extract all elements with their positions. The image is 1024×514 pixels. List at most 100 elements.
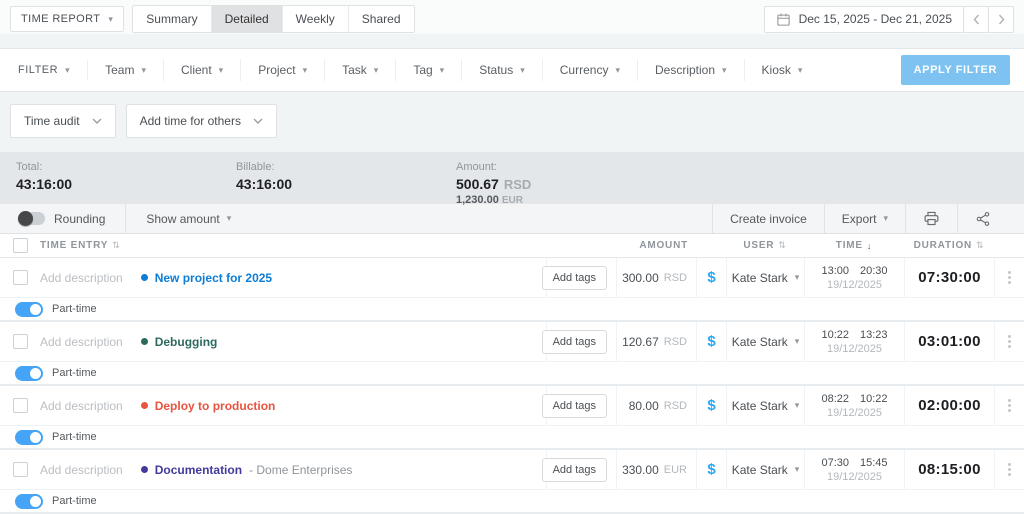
filter-description[interactable]: Description▾ bbox=[638, 59, 745, 81]
filter-task[interactable]: Task▾ bbox=[325, 59, 396, 81]
user-dropdown[interactable]: Kate Stark ▾ bbox=[726, 450, 804, 489]
user-dropdown[interactable]: Kate Stark ▾ bbox=[726, 322, 804, 361]
summary-total: Total: 43:16:00 bbox=[16, 161, 236, 204]
project-selector[interactable]: Deploy to production bbox=[141, 399, 276, 413]
end-time: 20:30 bbox=[860, 265, 888, 277]
filter-team[interactable]: Team▾ bbox=[88, 59, 164, 81]
tab-detailed[interactable]: Detailed bbox=[211, 6, 282, 32]
create-invoice-button[interactable]: Create invoice bbox=[712, 204, 824, 234]
rounding-toggle[interactable] bbox=[18, 212, 45, 225]
project-selector[interactable]: Documentation - Dome Enterprises bbox=[141, 463, 353, 477]
project-name: Debugging bbox=[155, 335, 218, 349]
amount-cell: 330.00 EUR bbox=[616, 450, 696, 489]
header-time[interactable]: TIME↓ bbox=[804, 240, 904, 251]
header-user[interactable]: USER⇅ bbox=[726, 240, 804, 251]
user-name: Kate Stark bbox=[732, 271, 788, 285]
next-week-button[interactable] bbox=[988, 6, 1014, 33]
row-checkbox[interactable] bbox=[13, 334, 28, 349]
row-checkbox[interactable] bbox=[13, 398, 28, 413]
parttime-toggle[interactable] bbox=[15, 494, 43, 509]
time-range-cell[interactable]: 13:00 20:30 19/12/2025 bbox=[804, 258, 904, 297]
parttime-toggle[interactable] bbox=[15, 366, 43, 381]
user-dropdown[interactable]: Kate Stark ▾ bbox=[726, 386, 804, 425]
parttime-toggle[interactable] bbox=[15, 302, 43, 317]
caret-down-icon: ▾ bbox=[795, 401, 800, 410]
project-selector[interactable]: New project for 2025 bbox=[141, 271, 272, 285]
parttime-toggle[interactable] bbox=[15, 430, 43, 445]
report-type-dropdown[interactable]: TIME REPORT ▾ bbox=[10, 6, 124, 32]
billable-label: Billable: bbox=[236, 161, 456, 173]
start-time: 10:22 bbox=[821, 329, 849, 341]
top-bar: TIME REPORT ▾ Summary Detailed Weekly Sh… bbox=[0, 0, 1024, 34]
time-range-cell[interactable]: 08:22 10:22 19/12/2025 bbox=[804, 386, 904, 425]
add-tags-button[interactable]: Add tags bbox=[542, 394, 607, 418]
tab-summary[interactable]: Summary bbox=[133, 6, 210, 32]
entry-date: 19/12/2025 bbox=[827, 471, 882, 483]
table-toolbar: Rounding Show amount ▾ Create invoice Ex… bbox=[0, 204, 1024, 234]
row-menu-button[interactable] bbox=[994, 322, 1024, 361]
time-entries-table: TIME ENTRY⇅ AMOUNT USER⇅ TIME↓ DURATION⇅… bbox=[0, 234, 1024, 514]
add-description-field[interactable]: Add description bbox=[40, 399, 123, 413]
time-audit-dropdown[interactable]: Time audit bbox=[10, 104, 116, 138]
summary-bar: Total: 43:16:00 Billable: 43:16:00 Amoun… bbox=[0, 152, 1024, 204]
time-range-cell[interactable]: 07:30 15:45 19/12/2025 bbox=[804, 450, 904, 489]
row-menu-button[interactable] bbox=[994, 258, 1024, 297]
add-description-field[interactable]: Add description bbox=[40, 271, 123, 285]
project-color-dot bbox=[141, 402, 148, 409]
header-amount[interactable]: AMOUNT bbox=[616, 240, 696, 251]
apply-filter-button[interactable]: APPLY FILTER bbox=[901, 55, 1010, 85]
sort-icon: ⇅ bbox=[976, 240, 984, 251]
project-selector[interactable]: Debugging bbox=[141, 335, 218, 349]
caret-down-icon: ▾ bbox=[795, 465, 800, 474]
billable-icon[interactable]: $ bbox=[707, 461, 715, 478]
row-checkbox[interactable] bbox=[13, 270, 28, 285]
select-all-checkbox[interactable] bbox=[13, 238, 28, 253]
summary-billable: Billable: 43:16:00 bbox=[236, 161, 456, 204]
add-time-for-others-dropdown[interactable]: Add time for others bbox=[126, 104, 277, 138]
duration-value: 03:01:00 bbox=[918, 333, 980, 350]
filter-tag[interactable]: Tag▾ bbox=[396, 59, 462, 81]
header-time-entry[interactable]: TIME ENTRY⇅ bbox=[40, 240, 546, 251]
header-duration[interactable]: DURATION⇅ bbox=[904, 240, 994, 251]
filter-client[interactable]: Client▾ bbox=[164, 59, 241, 81]
filter-project[interactable]: Project▾ bbox=[241, 59, 325, 81]
parttime-label: Part-time bbox=[52, 367, 97, 379]
entry-date: 19/12/2025 bbox=[827, 407, 882, 419]
duration-value: 07:30:00 bbox=[918, 269, 980, 286]
billable-icon[interactable]: $ bbox=[707, 397, 715, 414]
tab-weekly[interactable]: Weekly bbox=[282, 6, 348, 32]
amount-secondary-currency: EUR bbox=[502, 195, 523, 206]
add-tags-button[interactable]: Add tags bbox=[542, 458, 607, 482]
date-range-button[interactable]: Dec 15, 2025 - Dec 21, 2025 bbox=[764, 6, 964, 33]
parttime-label: Part-time bbox=[52, 495, 97, 507]
print-button[interactable] bbox=[905, 204, 957, 234]
parttime-row: Part-time bbox=[0, 490, 1024, 512]
caret-down-icon: ▾ bbox=[227, 214, 232, 223]
chevron-down-icon bbox=[92, 118, 102, 124]
show-amount-dropdown[interactable]: Show amount ▾ bbox=[126, 212, 251, 226]
add-description-field[interactable]: Add description bbox=[40, 463, 123, 477]
chevron-right-icon bbox=[998, 14, 1005, 25]
caret-down-icon: ▾ bbox=[520, 66, 525, 75]
row-checkbox[interactable] bbox=[13, 462, 28, 477]
filter-status[interactable]: Status▾ bbox=[462, 59, 543, 81]
row-menu-button[interactable] bbox=[994, 386, 1024, 425]
add-tags-button[interactable]: Add tags bbox=[542, 330, 607, 354]
billable-icon[interactable]: $ bbox=[707, 333, 715, 350]
user-name: Kate Stark bbox=[732, 463, 788, 477]
user-dropdown[interactable]: Kate Stark ▾ bbox=[726, 258, 804, 297]
add-description-field[interactable]: Add description bbox=[40, 335, 123, 349]
add-tags-button[interactable]: Add tags bbox=[542, 266, 607, 290]
filter-kiosk[interactable]: Kiosk▾ bbox=[745, 59, 820, 81]
filter-dropdown[interactable]: FILTER▾ bbox=[14, 60, 88, 80]
filter-currency[interactable]: Currency▾ bbox=[543, 59, 638, 81]
billable-icon[interactable]: $ bbox=[707, 269, 715, 286]
time-range-cell[interactable]: 10:22 13:23 19/12/2025 bbox=[804, 322, 904, 361]
row-menu-button[interactable] bbox=[994, 450, 1024, 489]
prev-week-button[interactable] bbox=[963, 6, 989, 33]
share-button[interactable] bbox=[957, 204, 1008, 234]
amount-value: 300.00 bbox=[622, 271, 659, 285]
caret-down-icon: ▾ bbox=[615, 66, 620, 75]
export-dropdown[interactable]: Export ▾ bbox=[824, 204, 905, 234]
tab-shared[interactable]: Shared bbox=[348, 6, 414, 32]
